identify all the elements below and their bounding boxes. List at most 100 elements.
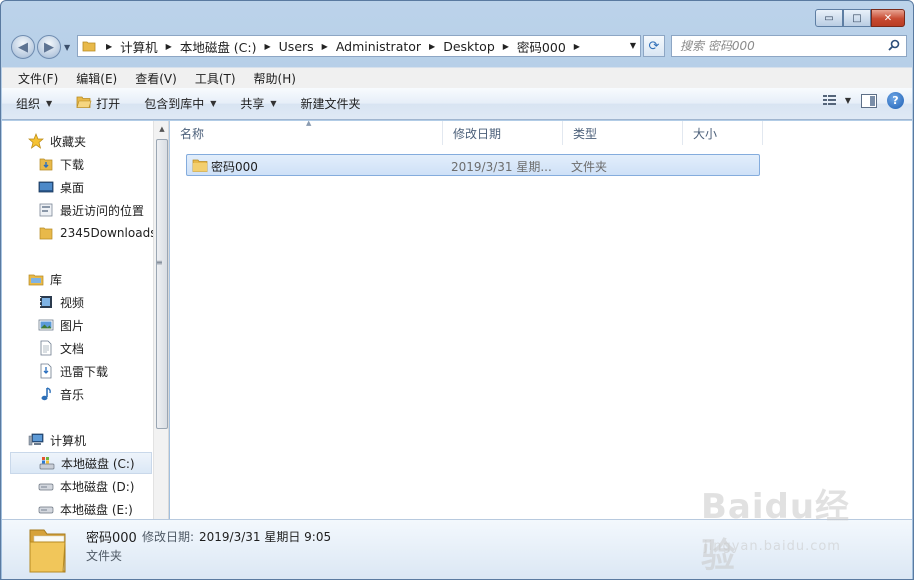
explorer-window: ▭ □ ✕ ◀ ▶ ▼ ▶ 计算机 ▶ 本地磁盘 (C:) ▶ Users ▶ … xyxy=(0,0,914,580)
table-row[interactable]: 密码000 2019/3/31 星期... 文件夹 xyxy=(186,154,760,176)
breadcrumb-item[interactable]: 本地磁盘 (C:) xyxy=(180,37,257,56)
chevron-down-icon: ▼ xyxy=(844,96,851,105)
breadcrumb-item[interactable]: 计算机 xyxy=(120,37,158,56)
view-options-button[interactable]: ▼ xyxy=(822,94,851,107)
nav-item-desktop[interactable]: 桌面 xyxy=(38,176,168,198)
scroll-up-arrow-icon[interactable]: ▲ xyxy=(154,121,168,137)
column-header-modified[interactable]: 修改日期 xyxy=(443,121,563,145)
video-icon xyxy=(38,294,54,310)
close-button[interactable]: ✕ xyxy=(871,9,905,27)
picture-icon xyxy=(38,317,54,333)
column-header-row: 名称 ▲ 修改日期 类型 大小 xyxy=(170,119,912,145)
recent-pages-dropdown[interactable]: ▼ xyxy=(64,43,70,52)
column-label: 名称 xyxy=(180,126,205,141)
new-folder-button[interactable]: 新建文件夹 xyxy=(287,91,371,117)
nav-item-label: 本地磁盘 (E:) xyxy=(60,502,133,517)
nav-header-label: 收藏夹 xyxy=(50,134,87,149)
nav-item-drive-e[interactable]: 本地磁盘 (E:) xyxy=(38,498,168,519)
navigation-pane: 收藏夹 下载 桌面 最近访问的位置 2345Downloads 库 视频 图片 … xyxy=(2,121,169,519)
column-header-size[interactable]: 大小 xyxy=(683,121,763,145)
nav-libraries[interactable]: 库 xyxy=(28,268,168,290)
nav-item-label: 图片 xyxy=(60,318,85,333)
nav-item-videos[interactable]: 视频 xyxy=(38,291,168,313)
column-header-name[interactable]: 名称 ▲ xyxy=(170,119,443,145)
folder-icon xyxy=(192,157,208,176)
nav-item-thunder-downloads[interactable]: 迅雷下载 xyxy=(38,360,168,382)
desktop-icon xyxy=(38,179,54,195)
breadcrumb-separator[interactable]: ▶ xyxy=(322,42,328,51)
watermark-logo-text: Baidu经验 xyxy=(701,487,851,576)
recent-places-icon xyxy=(38,202,54,218)
refresh-button[interactable]: ⟳ xyxy=(643,35,665,57)
search-box[interactable] xyxy=(671,35,907,57)
nav-item-pictures[interactable]: 图片 xyxy=(38,314,168,336)
details-name: 密码000 xyxy=(86,531,137,546)
preview-pane-icon[interactable] xyxy=(861,93,877,108)
open-folder-icon xyxy=(76,95,92,112)
menu-edit[interactable]: 编辑(E) xyxy=(64,70,123,87)
share-button[interactable]: 共享 ▼ xyxy=(226,91,286,117)
details-modified-value: 2019/3/31 星期日 9:05 xyxy=(199,530,332,544)
minimize-button[interactable]: ▭ xyxy=(815,9,843,27)
open-button[interactable]: 打开 xyxy=(62,91,130,117)
nav-item-label: 桌面 xyxy=(60,180,85,195)
back-button[interactable]: ◀ xyxy=(11,35,35,59)
forward-button[interactable]: ▶ xyxy=(37,35,61,59)
menu-help[interactable]: 帮助(H) xyxy=(242,70,302,87)
breadcrumb-separator[interactable]: ▶ xyxy=(106,42,112,51)
breadcrumb-separator[interactable]: ▶ xyxy=(166,42,172,51)
command-bar: 组织 ▼ 打开 包含到库中 ▼ 共享 ▼ 新建文件夹 ▼ ? xyxy=(2,88,912,120)
address-history-dropdown[interactable]: ▼ xyxy=(630,41,636,50)
nav-item-music[interactable]: 音乐 xyxy=(38,383,168,405)
chevron-down-icon: ▼ xyxy=(270,99,277,108)
file-name: 密码000 xyxy=(211,160,258,174)
nav-item-downloads[interactable]: 下载 xyxy=(38,153,168,175)
organize-button[interactable]: 组织 ▼ xyxy=(2,91,62,117)
breadcrumb-separator[interactable]: ▶ xyxy=(574,42,580,51)
share-label: 共享 xyxy=(240,97,265,111)
maximize-button[interactable]: □ xyxy=(843,9,871,27)
breadcrumb-separator[interactable]: ▶ xyxy=(429,42,435,51)
column-header-type[interactable]: 类型 xyxy=(563,121,683,145)
scroll-thumb[interactable] xyxy=(156,139,168,429)
breadcrumb-item[interactable]: 密码000 xyxy=(517,37,566,56)
search-icon[interactable] xyxy=(888,39,900,55)
nav-header-label: 库 xyxy=(50,272,63,287)
nav-item-label: 视频 xyxy=(60,295,85,310)
nav-header-label: 计算机 xyxy=(50,433,87,448)
nav-computer[interactable]: 计算机 xyxy=(28,429,168,451)
nav-item-2345downloads[interactable]: 2345Downloads xyxy=(38,222,168,244)
nav-item-drive-d[interactable]: 本地磁盘 (D:) xyxy=(38,475,168,497)
hard-drive-icon xyxy=(38,478,54,494)
large-folder-icon xyxy=(26,524,70,576)
search-input[interactable] xyxy=(680,39,880,53)
nav-item-drive-c[interactable]: 本地磁盘 (C:) xyxy=(10,452,152,474)
breadcrumb-separator[interactable]: ▶ xyxy=(265,42,271,51)
details-modified-label: 修改日期: xyxy=(142,530,195,544)
library-icon xyxy=(28,271,44,287)
chevron-down-icon: ▼ xyxy=(210,99,217,108)
breadcrumb-item[interactable]: Desktop xyxy=(443,39,495,54)
include-in-library-label: 包含到库中 xyxy=(144,97,205,111)
nav-item-label: 音乐 xyxy=(60,387,85,402)
menu-tools[interactable]: 工具(T) xyxy=(183,70,242,87)
thunder-download-icon xyxy=(38,363,54,379)
menu-file[interactable]: 文件(F) xyxy=(6,70,64,87)
nav-favorites[interactable]: 收藏夹 xyxy=(28,130,168,152)
computer-icon xyxy=(28,432,44,448)
history-buttons: ◀ ▶ ▼ xyxy=(9,34,70,60)
breadcrumb-item[interactable]: Users xyxy=(279,39,314,54)
include-in-library-button[interactable]: 包含到库中 ▼ xyxy=(130,91,226,117)
nav-item-label: 本地磁盘 (D:) xyxy=(60,479,135,494)
address-bar[interactable]: ▶ 计算机 ▶ 本地磁盘 (C:) ▶ Users ▶ Administrato… xyxy=(77,35,641,57)
document-icon xyxy=(38,340,54,356)
help-icon[interactable]: ? xyxy=(887,92,904,109)
nav-pane-scrollbar[interactable]: ▲ ≡ xyxy=(153,121,168,519)
menu-view[interactable]: 查看(V) xyxy=(123,70,183,87)
breadcrumb-item[interactable]: Administrator xyxy=(336,39,421,54)
nav-item-recent-places[interactable]: 最近访问的位置 xyxy=(38,199,168,221)
breadcrumb-separator[interactable]: ▶ xyxy=(503,42,509,51)
command-bar-right: ▼ ? xyxy=(822,92,904,109)
nav-item-documents[interactable]: 文档 xyxy=(38,337,168,359)
column-label: 修改日期 xyxy=(453,126,502,141)
